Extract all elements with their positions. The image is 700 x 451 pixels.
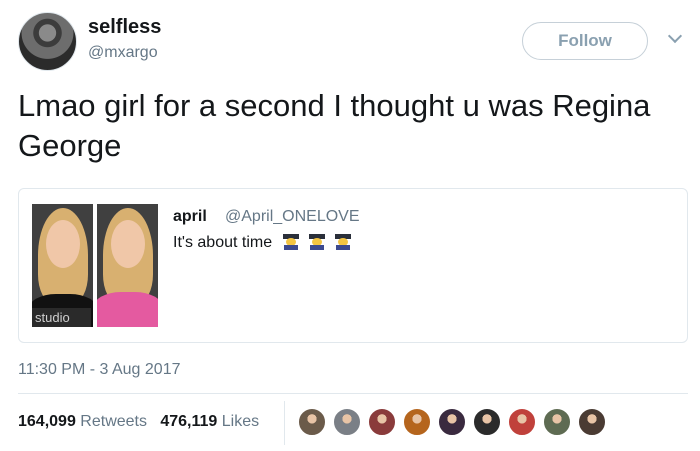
photo-right-half bbox=[97, 204, 158, 327]
author-display-name[interactable]: selfless bbox=[88, 16, 161, 39]
quoted-tweet-card[interactable]: studio april @April_ONELOVE It's about t… bbox=[18, 188, 688, 343]
photo-left-half: studio bbox=[32, 204, 93, 327]
likes-count[interactable]: 476,119 bbox=[160, 413, 217, 430]
liker-avatar[interactable] bbox=[472, 407, 502, 437]
divider bbox=[18, 393, 688, 394]
liker-avatar[interactable] bbox=[332, 407, 362, 437]
graduate-emoji-icon bbox=[282, 234, 299, 250]
tweet-timestamp[interactable]: 11:30 PM - 3 Aug 2017 bbox=[18, 361, 180, 379]
stats-separator bbox=[284, 401, 285, 445]
retweets-label[interactable]: Retweets bbox=[80, 413, 147, 430]
graduate-emoji-icon bbox=[309, 234, 326, 250]
liker-avatar[interactable] bbox=[542, 407, 572, 437]
chevron-down-icon[interactable] bbox=[667, 28, 683, 44]
follow-button[interactable]: Follow bbox=[522, 22, 648, 60]
author-handle[interactable]: @mxargo bbox=[88, 44, 158, 62]
liker-avatar[interactable] bbox=[577, 407, 607, 437]
quoted-author-name: april bbox=[173, 208, 207, 225]
engagement-stats: 164,099 Retweets 476,119 Likes bbox=[18, 413, 259, 431]
graduate-emoji-icon bbox=[335, 234, 352, 250]
likes-label[interactable]: Likes bbox=[222, 413, 259, 430]
quoted-tweet-text: It's about time bbox=[173, 234, 352, 252]
quoted-tweet-photo[interactable]: studio bbox=[32, 204, 159, 327]
author-avatar[interactable] bbox=[18, 12, 77, 71]
liker-avatar[interactable] bbox=[402, 407, 432, 437]
quoted-text-content: It's about time bbox=[173, 234, 273, 251]
tweet-text: Lmao girl for a second I thought u was R… bbox=[18, 88, 651, 163]
liker-avatar[interactable] bbox=[297, 407, 327, 437]
photo-watermark: studio bbox=[32, 308, 91, 327]
quoted-author-handle: @April_ONELOVE bbox=[225, 208, 360, 225]
liker-avatar[interactable] bbox=[367, 407, 397, 437]
liker-avatar[interactable] bbox=[437, 407, 467, 437]
retweets-count[interactable]: 164,099 bbox=[18, 413, 76, 430]
liker-avatar[interactable] bbox=[507, 407, 537, 437]
